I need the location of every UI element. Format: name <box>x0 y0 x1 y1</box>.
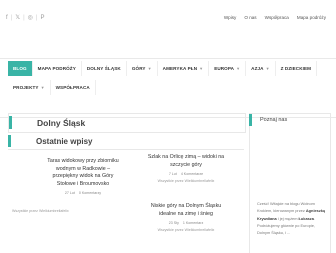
nav-label: GÓRY <box>131 66 146 71</box>
social-separator: | <box>35 15 38 21</box>
nav-label: BLOG <box>13 66 27 71</box>
post-comments-link[interactable]: 4 Komentarze <box>181 172 203 176</box>
nav-item-projekty[interactable]: PROJEKTY ▼ <box>8 80 51 95</box>
toplink-wspolpraca[interactable]: Współpraca <box>265 15 289 20</box>
toplink-o-nas[interactable]: O nas <box>244 15 256 20</box>
post-date: 23 Sty <box>168 221 179 225</box>
page-title: Dolny Śląsk <box>37 118 86 128</box>
toplink-wpisy[interactable]: Wpisy <box>224 15 237 20</box>
nav-item-dolny-slask[interactable]: DOLNY ŚLĄSK <box>82 61 127 76</box>
instagram-icon[interactable]: ◎ <box>28 14 33 22</box>
pinterest-icon[interactable]: P <box>40 14 44 22</box>
nav-item-wspolpraca[interactable]: WSPÓŁPRACA <box>51 80 96 95</box>
post-category[interactable]: Wszystkie przez Wielkiumbrellafelix <box>12 209 69 213</box>
social-separator: | <box>23 15 25 21</box>
post-date: 27 Lut <box>64 191 75 195</box>
partner-name: Łukasza <box>298 215 314 221</box>
nav-label: Z DZIECKIEM <box>280 66 312 71</box>
nav-row: BLOG MAPA PODRÓŻY DOLNY ŚLĄSK GÓRY ▼ AMER… <box>8 61 318 76</box>
recent-posts-heading: Ostatnie wpisy <box>36 137 93 146</box>
recent-posts-heading-box: Ostatnie wpisy <box>8 134 244 150</box>
chevron-down-icon: ▼ <box>265 66 270 71</box>
social-separator: | <box>10 15 13 21</box>
post-category[interactable]: Wszystkie przez Wielkiumbrellafelix <box>146 228 226 232</box>
nav-label: AZJA <box>251 66 264 71</box>
post-comments-link[interactable]: 0 Komentarzy <box>79 191 101 195</box>
post-card: Niskie góry na Dolnym Śląsku idealne na … <box>146 203 226 232</box>
toplink-mapa-podrozy[interactable]: Mapa podróży <box>297 15 326 20</box>
nav-item-azja[interactable]: AZJA ▼ <box>246 61 276 76</box>
post-title-link[interactable]: Taras widokowy przy zbiorniku wodnym w R… <box>43 158 123 188</box>
title-accent-bar <box>9 116 12 129</box>
nav-row: PROJEKTY ▼ WSPÓŁPRACA <box>8 80 96 95</box>
top-links: Wpisy O nas Współpraca Mapa podróży <box>224 15 326 20</box>
chevron-down-icon: ▼ <box>40 85 45 90</box>
sidebar-about-text: Cześć! Witajcie na blogu Wolnom Krokiem,… <box>257 200 327 236</box>
post-category[interactable]: Wszystkie przez Wielkiumbrellafelix <box>146 179 226 183</box>
post-card: Szlak na Orlicę zimą – widoki na szczyci… <box>146 154 226 183</box>
nav-label: PROJEKTY <box>13 85 39 90</box>
main-navigation: BLOG MAPA PODRÓŻY DOLNY ŚLĄSK GÓRY ▼ AMER… <box>0 58 336 118</box>
nav-item-gory[interactable]: GÓRY ▼ <box>127 61 158 76</box>
post-title-link[interactable]: Szlak na Orlicę zimą – widoki na szczyci… <box>146 154 226 169</box>
nav-label: AMERYKA PŁN <box>162 66 198 71</box>
post-date: 7 Lut <box>168 172 177 176</box>
twitter-icon[interactable]: 𝕏 <box>15 14 20 22</box>
nav-label: DOLNY ŚLĄSK <box>86 66 121 71</box>
nav-label: WSPÓŁPRACA <box>55 85 90 90</box>
subtitle-accent-bar <box>8 135 11 147</box>
about-text: i jej mężem <box>276 215 299 221</box>
post-meta: 23 Sty 1 Komentarz <box>146 221 226 225</box>
post-meta: 7 Lut 4 Komentarze <box>146 172 226 176</box>
nav-item-blog[interactable]: BLOG <box>8 61 33 76</box>
chevron-down-icon: ▼ <box>199 66 204 71</box>
post-comments-link[interactable]: 1 Komentarz <box>183 221 203 225</box>
facebook-icon[interactable]: f <box>6 14 8 22</box>
post-card: Taras widokowy przy zbiorniku wodnym w R… <box>43 158 123 195</box>
chevron-down-icon: ▼ <box>147 66 152 71</box>
nav-label: EUROPA <box>214 66 235 71</box>
post-meta: 27 Lut 0 Komentarzy <box>43 191 123 195</box>
sidebar-accent-bar <box>249 114 252 126</box>
sidebar-title: Poznaj nas <box>260 117 288 123</box>
nav-item-ameryka-pln[interactable]: AMERYKA PŁN ▼ <box>158 61 210 76</box>
nav-item-mapa-podrozy[interactable]: MAPA PODRÓŻY <box>33 61 82 76</box>
chevron-down-icon: ▼ <box>236 66 241 71</box>
nav-item-z-dzieckiem[interactable]: Z DZIECKIEM <box>276 61 318 76</box>
nav-item-europa[interactable]: EUROPA ▼ <box>209 61 247 76</box>
social-icons: f | 𝕏 | ◎ | P <box>6 14 44 22</box>
post-title-link[interactable]: Niskie góry na Dolnym Śląsku idealne na … <box>146 203 226 218</box>
category-title-box: Dolny Śląsk <box>8 113 246 133</box>
top-bar: f | 𝕏 | ◎ | P Wpisy O nas Współpraca Map… <box>0 0 336 38</box>
nav-label: MAPA PODRÓŻY <box>37 66 76 71</box>
